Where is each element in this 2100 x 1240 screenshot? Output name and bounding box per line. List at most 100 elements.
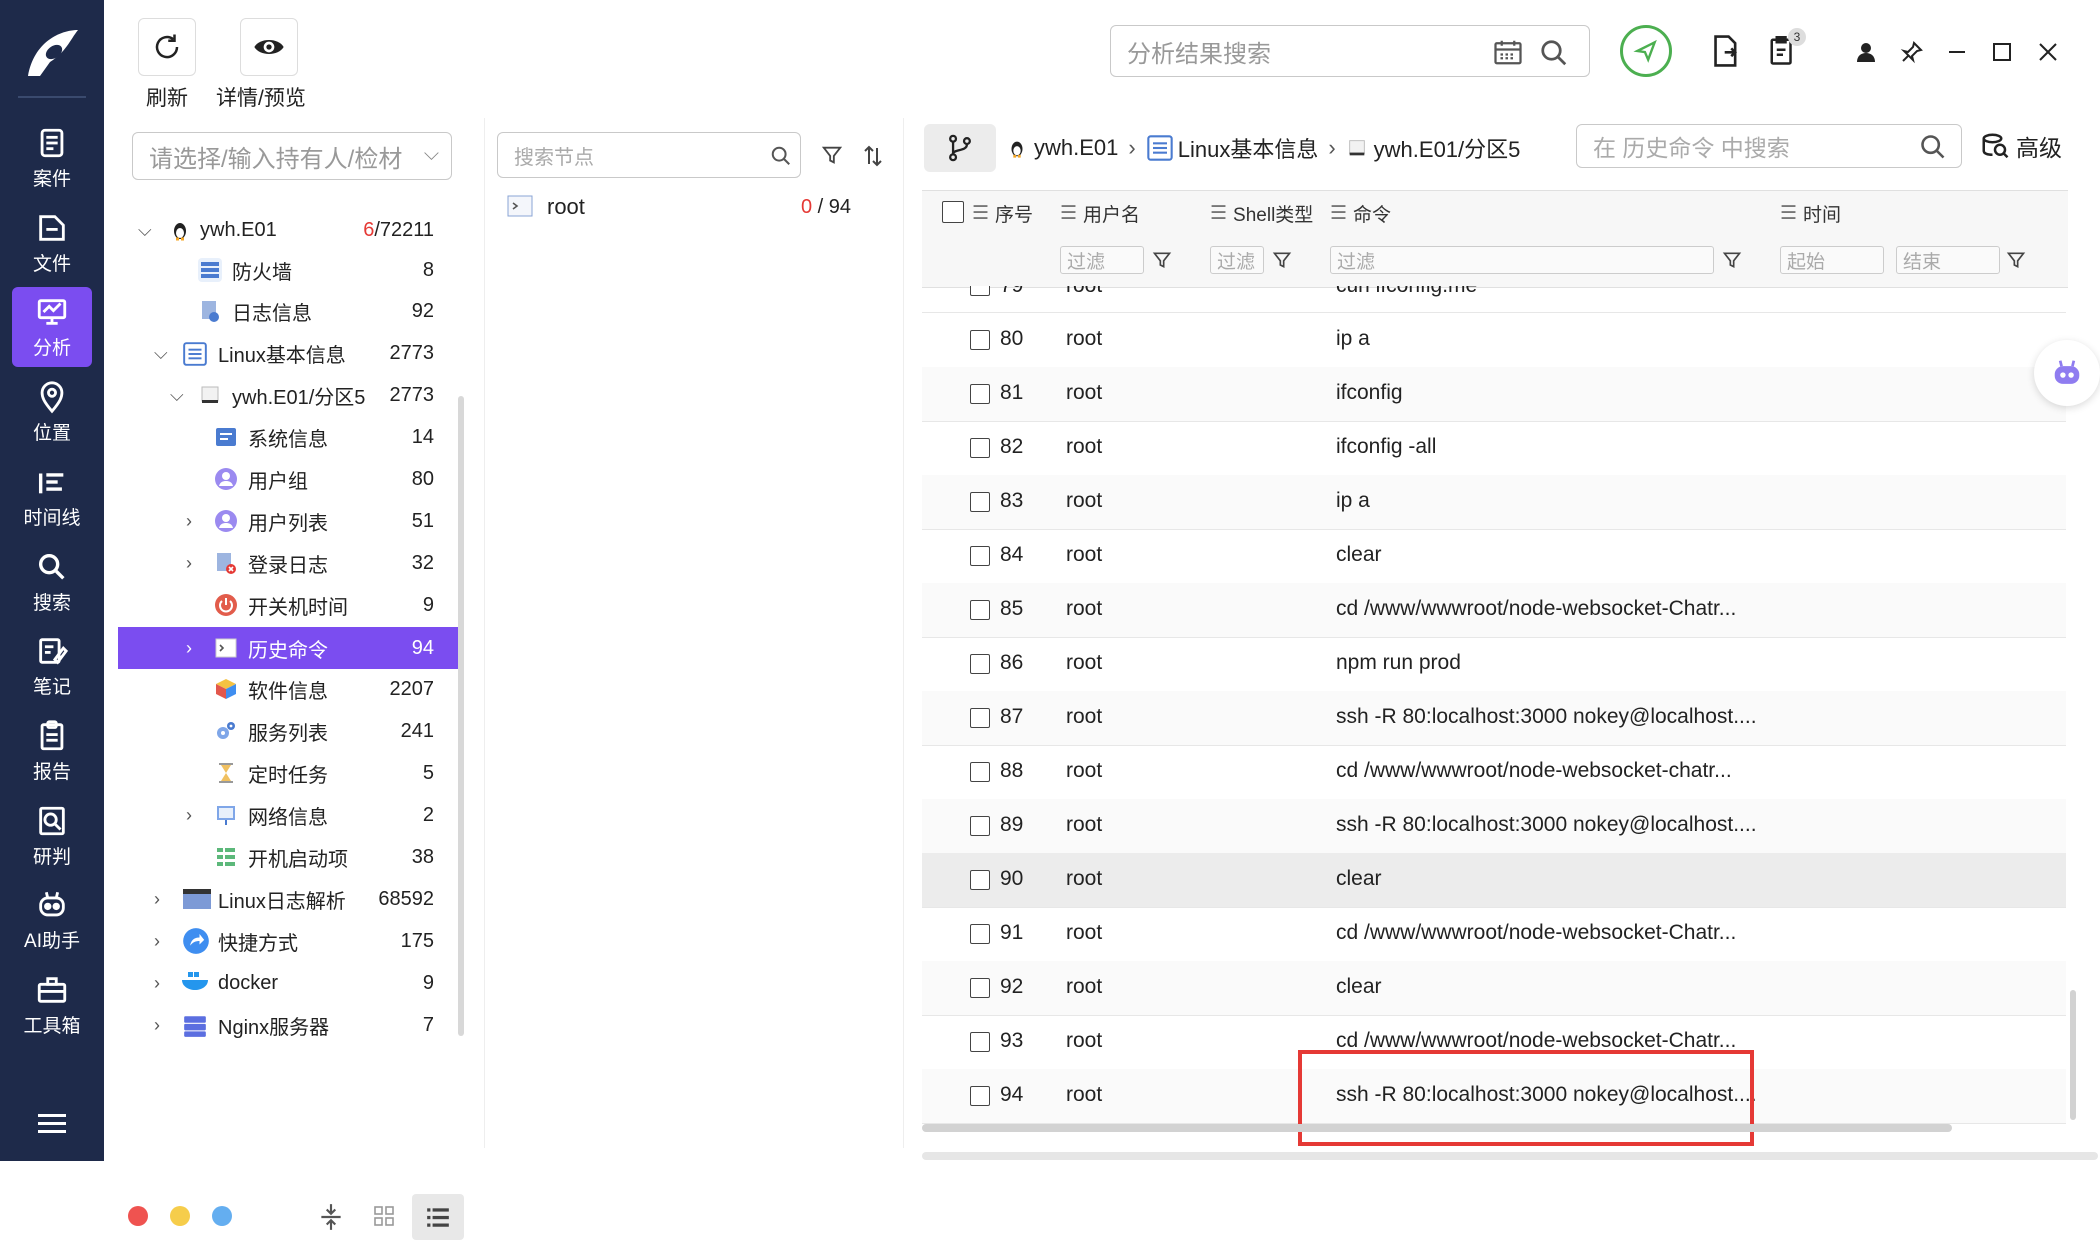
blue-tag-dot[interactable] bbox=[212, 1206, 232, 1226]
red-tag-dot[interactable] bbox=[128, 1206, 148, 1226]
filter-icon[interactable] bbox=[1272, 250, 1292, 270]
user-icon[interactable] bbox=[1854, 40, 1878, 64]
close-icon[interactable] bbox=[2036, 40, 2060, 64]
chevron-right-icon[interactable]: › bbox=[186, 511, 192, 532]
time-start-input[interactable]: 起始 bbox=[1780, 246, 1884, 274]
minimize-icon[interactable] bbox=[1945, 40, 1969, 64]
tree-node-history-command[interactable]: › 历史命令 94 bbox=[118, 627, 458, 669]
tree-node-log-info[interactable]: 日志信息 92 bbox=[118, 291, 458, 331]
shell-filter-input[interactable]: 过滤 bbox=[1210, 246, 1264, 274]
tree-node-user-group[interactable]: 用户组 80 bbox=[118, 459, 458, 499]
row-checkbox[interactable] bbox=[970, 816, 990, 836]
tree-node-partition5[interactable]: ⌵ ywh.E01/分区5 2773 bbox=[118, 375, 458, 415]
select-all-checkbox[interactable] bbox=[942, 201, 964, 223]
tree-node-shortcut[interactable]: › 快捷方式 175 bbox=[118, 921, 458, 961]
tree-scrollbar[interactable] bbox=[458, 396, 464, 1036]
filter-icon[interactable] bbox=[2006, 250, 2026, 270]
rail-item-toolbox[interactable]: 工具箱 bbox=[12, 965, 92, 1045]
row-checkbox[interactable] bbox=[970, 286, 990, 296]
row-checkbox[interactable] bbox=[970, 870, 990, 890]
breadcrumb-item[interactable]: Linux基本信息 bbox=[1178, 132, 1319, 164]
table-row[interactable]: 85 root cd /www/wwwroot/node-websocket-C… bbox=[922, 583, 2066, 638]
chevron-down-icon[interactable]: ⌵ bbox=[154, 343, 168, 364]
table-row[interactable]: 80 root ip a bbox=[922, 313, 2066, 368]
advanced-search-button[interactable]: 高级 bbox=[1980, 124, 2062, 168]
horizontal-scrollbar[interactable] bbox=[922, 1124, 1952, 1132]
task-list-button[interactable]: 3 bbox=[1768, 28, 1806, 68]
search-icon[interactable] bbox=[1539, 38, 1569, 68]
row-checkbox[interactable] bbox=[970, 1032, 990, 1052]
chevron-down-icon[interactable]: ⌵ bbox=[170, 385, 184, 406]
table-row[interactable]: 83 root ip a bbox=[922, 475, 2066, 530]
table-row[interactable]: 91 root cd /www/wwwroot/node-websocket-C… bbox=[922, 907, 2066, 962]
column-header-cmd[interactable]: ☰ 命令 bbox=[1330, 198, 1391, 228]
row-checkbox[interactable] bbox=[970, 654, 990, 674]
rail-item-ai-assistant[interactable]: AI助手 bbox=[12, 880, 92, 960]
tree-node-software-info[interactable]: 软件信息 2207 bbox=[118, 669, 458, 709]
breadcrumb-item[interactable]: ywh.E01 bbox=[1034, 135, 1118, 161]
row-checkbox[interactable] bbox=[970, 1086, 990, 1106]
menu-icon[interactable] bbox=[38, 1112, 66, 1134]
rail-item-file[interactable]: 文件 bbox=[12, 203, 92, 283]
grid-view-icon[interactable] bbox=[372, 1204, 396, 1228]
time-end-input[interactable]: 结束 bbox=[1896, 246, 2000, 274]
table-row[interactable]: 81 root ifconfig bbox=[922, 367, 2066, 422]
tree-node-firewall[interactable]: 防火墙 8 bbox=[118, 250, 458, 290]
filter-icon[interactable] bbox=[821, 144, 843, 166]
row-checkbox[interactable] bbox=[970, 924, 990, 944]
node-search-input[interactable]: 搜索节点 bbox=[497, 132, 801, 178]
table-row[interactable]: 86 root npm run prod bbox=[922, 637, 2066, 692]
tree-node-network-info[interactable]: › 网络信息 2 bbox=[118, 795, 458, 835]
table-row[interactable]: 89 root ssh -R 80:localhost:3000 nokey@l… bbox=[922, 799, 2066, 854]
tree-node-user-list[interactable]: › 用户列表 51 bbox=[118, 501, 458, 541]
export-icon[interactable] bbox=[1710, 34, 1742, 68]
tree-node-startup-items[interactable]: 开机启动项 38 bbox=[118, 837, 458, 877]
search-icon[interactable] bbox=[770, 145, 792, 167]
rail-item-case[interactable]: 案件 bbox=[12, 118, 92, 198]
row-checkbox[interactable] bbox=[970, 762, 990, 782]
list-view-button[interactable] bbox=[412, 1194, 464, 1240]
history-search-input[interactable]: 在 历史命令 中搜索 bbox=[1576, 124, 1962, 168]
search-icon[interactable] bbox=[1919, 133, 1947, 161]
analysis-result-search-input[interactable]: 分析结果搜索 bbox=[1110, 25, 1590, 77]
row-checkbox[interactable] bbox=[970, 384, 990, 404]
rail-item-timeline[interactable]: 时间线 bbox=[12, 457, 92, 537]
table-row[interactable]: 82 root ifconfig -all bbox=[922, 421, 2066, 476]
row-checkbox[interactable] bbox=[970, 492, 990, 512]
window-horizontal-scrollbar[interactable] bbox=[922, 1152, 2098, 1160]
column-header-shell[interactable]: ☰ Shell类型 bbox=[1210, 198, 1313, 228]
user-filter-input[interactable]: 过滤 bbox=[1060, 246, 1144, 274]
tree-node-docker[interactable]: › docker 9 bbox=[118, 963, 458, 1003]
table-row[interactable]: 88 root cd /www/wwwroot/node-websocket-c… bbox=[922, 745, 2066, 800]
tree-node-scheduled-task[interactable]: 定时任务 5 bbox=[118, 753, 458, 793]
branch-button[interactable] bbox=[924, 124, 996, 172]
table-row[interactable]: 87 root ssh -R 80:localhost:3000 nokey@l… bbox=[922, 691, 2066, 746]
tree-node-service-list[interactable]: 服务列表 241 bbox=[118, 711, 458, 751]
chevron-right-icon[interactable]: › bbox=[186, 805, 192, 826]
filter-icon[interactable] bbox=[1152, 250, 1172, 270]
chevron-down-icon[interactable]: ⌵ bbox=[138, 220, 152, 241]
rail-item-search[interactable]: 搜索 bbox=[12, 542, 92, 622]
column-header-user[interactable]: ☰ 用户名 bbox=[1060, 198, 1140, 228]
tree-node-linux-basic-info[interactable]: ⌵ Linux基本信息 2773 bbox=[118, 333, 458, 373]
rail-item-note[interactable]: 笔记 bbox=[12, 626, 92, 706]
pin-icon[interactable] bbox=[1900, 40, 1924, 64]
tree-node-ywh-e01[interactable]: ⌵ ywh.E01 6/72211 bbox=[118, 210, 458, 250]
row-checkbox[interactable] bbox=[970, 330, 990, 350]
vertical-scrollbar[interactable] bbox=[2070, 990, 2076, 1120]
table-row[interactable]: 79 root curl ifconfig.me bbox=[922, 286, 2066, 313]
rail-item-judge[interactable]: 研判 bbox=[12, 796, 92, 876]
refresh-button[interactable]: 刷新 bbox=[138, 18, 196, 112]
ai-assistant-float-button[interactable] bbox=[2034, 340, 2100, 406]
chevron-right-icon[interactable]: › bbox=[154, 973, 160, 994]
column-header-num[interactable]: ☰ 序号 bbox=[972, 198, 1033, 228]
table-row[interactable]: 90 root clear bbox=[922, 853, 2066, 908]
rail-item-analysis[interactable]: 分析 bbox=[12, 287, 92, 367]
row-checkbox[interactable] bbox=[970, 978, 990, 998]
chevron-right-icon[interactable]: › bbox=[186, 638, 192, 659]
row-checkbox[interactable] bbox=[970, 708, 990, 728]
rail-item-location[interactable]: 位置 bbox=[12, 372, 92, 452]
filter-icon[interactable] bbox=[1722, 250, 1742, 270]
sort-icon[interactable] bbox=[861, 144, 885, 168]
breadcrumb-item[interactable]: ywh.E01/分区5 bbox=[1374, 132, 1521, 164]
